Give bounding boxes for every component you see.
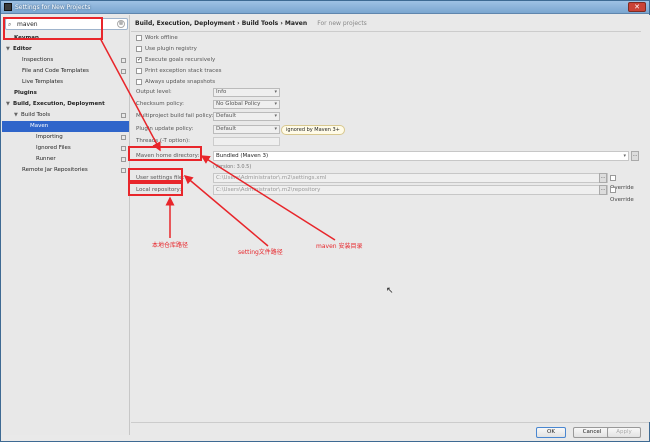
- sidebar-item-editor[interactable]: ▼ Editor: [6, 44, 129, 55]
- project-scope-icon: [121, 58, 126, 63]
- cancel-button[interactable]: Cancel: [573, 427, 611, 438]
- checkbox-use-plugin-registry[interactable]: Use plugin registry: [136, 44, 197, 54]
- sidebar-item-build-tools[interactable]: ▼ Build Tools: [14, 110, 129, 121]
- project-scope-icon: [121, 168, 126, 173]
- breadcrumb-path: Build, Execution, Deployment › Build Too…: [135, 20, 308, 27]
- checkbox-work-offline[interactable]: Work offline: [136, 33, 178, 43]
- chevron-down-icon: ▾: [623, 153, 626, 159]
- multiproject-fail-policy-select[interactable]: Default ▾: [213, 112, 280, 121]
- sidebar-item-inspections[interactable]: Inspections: [22, 55, 129, 66]
- sidebar-item-build-execution-deployment[interactable]: ▼ Build, Execution, Deployment: [6, 99, 129, 110]
- breadcrumb-note: For new projects: [317, 20, 367, 27]
- breadcrumb: Build, Execution, Deployment › Build Too…: [131, 16, 641, 32]
- sidebar-item-ignored-files[interactable]: Ignored Files: [36, 143, 129, 154]
- maven-home-select[interactable]: Bundled (Maven 3) ▾: [213, 151, 629, 161]
- chevron-down-icon: ▾: [274, 101, 277, 107]
- chevron-down-icon[interactable]: ▼: [6, 99, 13, 110]
- checkbox-icon[interactable]: [610, 186, 616, 193]
- checksum-policy-select[interactable]: No Global Policy ▾: [213, 100, 280, 109]
- sidebar-item-runner[interactable]: Runner: [36, 154, 129, 165]
- window-title: Settings for New Projects: [15, 4, 91, 11]
- mouse-cursor-icon: ↖: [386, 286, 394, 296]
- browse-settings-file-button[interactable]: …: [599, 173, 607, 183]
- sidebar-item-maven[interactable]: Maven: [2, 121, 129, 132]
- project-scope-icon: [121, 113, 126, 118]
- user-settings-file-input[interactable]: C:\Users\Administrator\.m2\settings.xml: [213, 173, 608, 183]
- sidebar-item-importing[interactable]: Importing: [36, 132, 129, 143]
- threads-label: Threads (-T option):: [136, 138, 190, 144]
- checkbox-execute-goals-recursively[interactable]: Execute goals recursively: [136, 55, 215, 65]
- checkbox-icon[interactable]: [136, 34, 142, 41]
- chevron-down-icon: ▾: [274, 113, 277, 119]
- checkbox-icon[interactable]: [136, 45, 142, 52]
- browse-local-repo-button[interactable]: …: [599, 185, 607, 195]
- user-settings-highlight-box: [128, 168, 183, 182]
- project-scope-icon: [121, 69, 126, 74]
- maven-version-text: (Version: 3.0.5): [213, 164, 252, 170]
- apply-button[interactable]: Apply: [607, 427, 641, 438]
- browse-maven-home-button[interactable]: …: [631, 151, 639, 161]
- close-icon[interactable]: ✕: [628, 2, 646, 12]
- settings-sidebar: ⌕ maven ⊗ Keymap ▼ Editor Inspections Fil…: [2, 15, 130, 435]
- annotation-maven-dir: maven 安装目录: [316, 243, 363, 250]
- checkbox-icon[interactable]: [610, 174, 616, 181]
- maven-settings-panel: Work offline Use plugin registry Execute…: [131, 33, 641, 423]
- local-repo-highlight-box: [128, 182, 183, 196]
- sidebar-item-file-code-templates[interactable]: File and Code Templates: [22, 66, 129, 77]
- app-icon: [4, 3, 12, 11]
- dialog-footer: OK Cancel Apply: [131, 422, 649, 441]
- search-highlight-box: [3, 17, 103, 40]
- plugin-update-policy-label: Plugin update policy:: [136, 126, 194, 132]
- ignored-by-maven3-badge: ignored by Maven 3+: [281, 125, 345, 135]
- output-level-select[interactable]: Info ▾: [213, 88, 280, 97]
- ok-button[interactable]: OK: [536, 427, 566, 438]
- threads-input[interactable]: [213, 137, 280, 146]
- checkbox-print-exception-stack-traces[interactable]: Print exception stack traces: [136, 66, 221, 76]
- maven-home-highlight-box: [128, 146, 202, 161]
- project-scope-icon: [121, 157, 126, 162]
- multiproject-fail-policy-label: Multiproject build fail policy:: [136, 113, 214, 119]
- sidebar-item-live-templates[interactable]: Live Templates: [22, 77, 129, 88]
- settings-window: Settings for New Projects ✕ ⌕ maven ⊗ Ke…: [0, 0, 650, 442]
- chevron-down-icon: ▾: [274, 89, 277, 95]
- checkbox-icon[interactable]: [136, 78, 142, 85]
- chevron-down-icon: ▾: [274, 126, 277, 132]
- title-bar: Settings for New Projects ✕: [1, 1, 649, 14]
- output-level-label: Output level:: [136, 89, 172, 95]
- checkbox-always-update-snapshots[interactable]: Always update snapshots: [136, 77, 215, 87]
- project-scope-icon: [121, 135, 126, 140]
- sidebar-item-remote-jar-repositories[interactable]: Remote Jar Repositories: [22, 165, 129, 176]
- checkbox-checked-icon[interactable]: [136, 55, 142, 65]
- clear-search-icon[interactable]: ⊗: [117, 20, 125, 28]
- plugin-update-policy-select[interactable]: Default ▾: [213, 125, 280, 134]
- right-edge: [641, 15, 650, 422]
- local-repository-input[interactable]: C:\Users\Administrator\.m2\repository: [213, 185, 608, 195]
- chevron-down-icon[interactable]: ▼: [14, 110, 21, 121]
- annotation-local-repo-path: 本地仓库路径: [152, 242, 189, 249]
- chevron-down-icon[interactable]: ▼: [6, 44, 13, 55]
- annotation-settings-path: setting文件路径: [238, 249, 283, 256]
- project-scope-icon: [121, 146, 126, 151]
- checkbox-icon[interactable]: [136, 67, 142, 74]
- checksum-policy-label: Checksum policy:: [136, 101, 185, 107]
- sidebar-item-plugins[interactable]: Plugins: [14, 88, 129, 99]
- override-local-repo-checkbox[interactable]: Override: [610, 185, 641, 205]
